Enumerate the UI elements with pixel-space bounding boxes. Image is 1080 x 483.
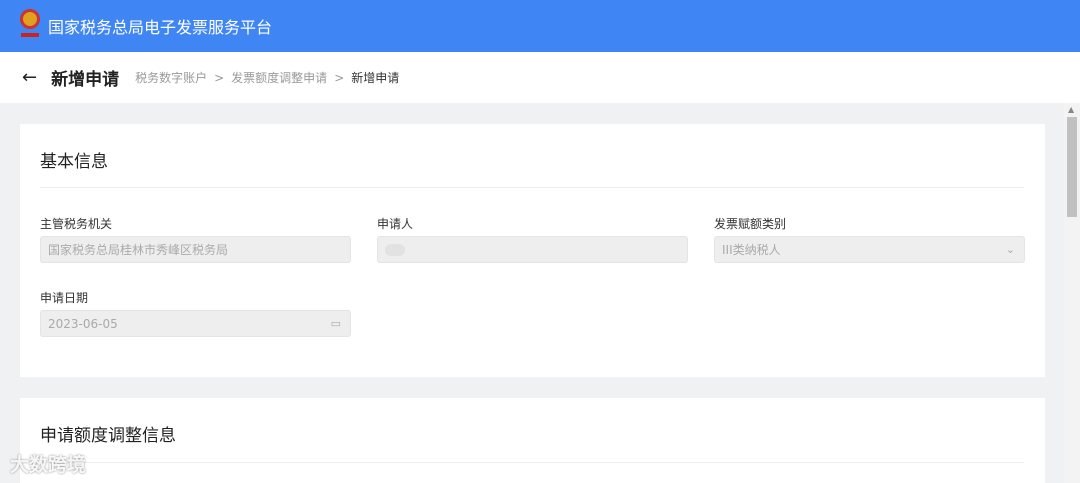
tax-emblem-logo [18,9,42,43]
top-header: 国家税务总局电子发票服务平台 [0,0,1080,52]
tax-authority-value: 国家税务总局桂林市秀峰区税务局 [48,243,229,257]
scrollbar[interactable]: ▲ [1064,103,1080,483]
page-header: ← 新增申请 税务数字账户 > 发票额度调整申请 > 新增申请 [0,52,1080,103]
section-title: 基本信息 [40,152,108,172]
divider [40,462,1024,463]
breadcrumb-tax-account[interactable]: 税务数字账户 [135,69,207,86]
scrollbar-thumb[interactable] [1067,117,1077,217]
chevron-down-icon: ⌄ [1005,243,1015,256]
applicant-label: 申请人 [377,217,414,231]
breadcrumb-quota-adjust[interactable]: 发票额度调整申请 [231,69,327,86]
watermark: 大数跨境 [10,454,87,476]
tax-authority-label: 主管税务机关 [40,217,113,231]
tax-authority-field: 国家税务总局桂林市秀峰区税务局 [40,236,351,263]
back-arrow-icon[interactable]: ← [22,67,37,88]
category-label: 发票赋额类别 [714,217,787,231]
app-title: 国家税务总局电子发票服务平台 [48,18,273,37]
date-label: 申请日期 [40,291,89,305]
calendar-icon: ▭ [330,317,341,330]
applicant-field [377,236,688,263]
adjust-info-card: 申请额度调整信息 [20,398,1045,483]
date-value: 2023-06-05 [48,316,118,331]
breadcrumb-current: 新增申请 [351,71,400,85]
chevron-right-icon: > [214,70,225,85]
category-select[interactable]: III类纳税人 ⌄ [714,236,1025,263]
divider [40,187,1024,188]
chevron-right-icon: > [334,70,345,85]
date-field: 2023-06-05 ▭ [40,310,351,337]
category-value: III类纳税人 [722,243,781,257]
page-title: 新增申请 [51,70,120,90]
scroll-up-icon[interactable]: ▲ [1068,105,1074,114]
section-title: 申请额度调整信息 [40,426,176,446]
basic-info-card: 基本信息 主管税务机关 国家税务总局桂林市秀峰区税务局 申请人 发票赋额类别 I… [20,124,1045,377]
redacted-value [385,243,405,256]
